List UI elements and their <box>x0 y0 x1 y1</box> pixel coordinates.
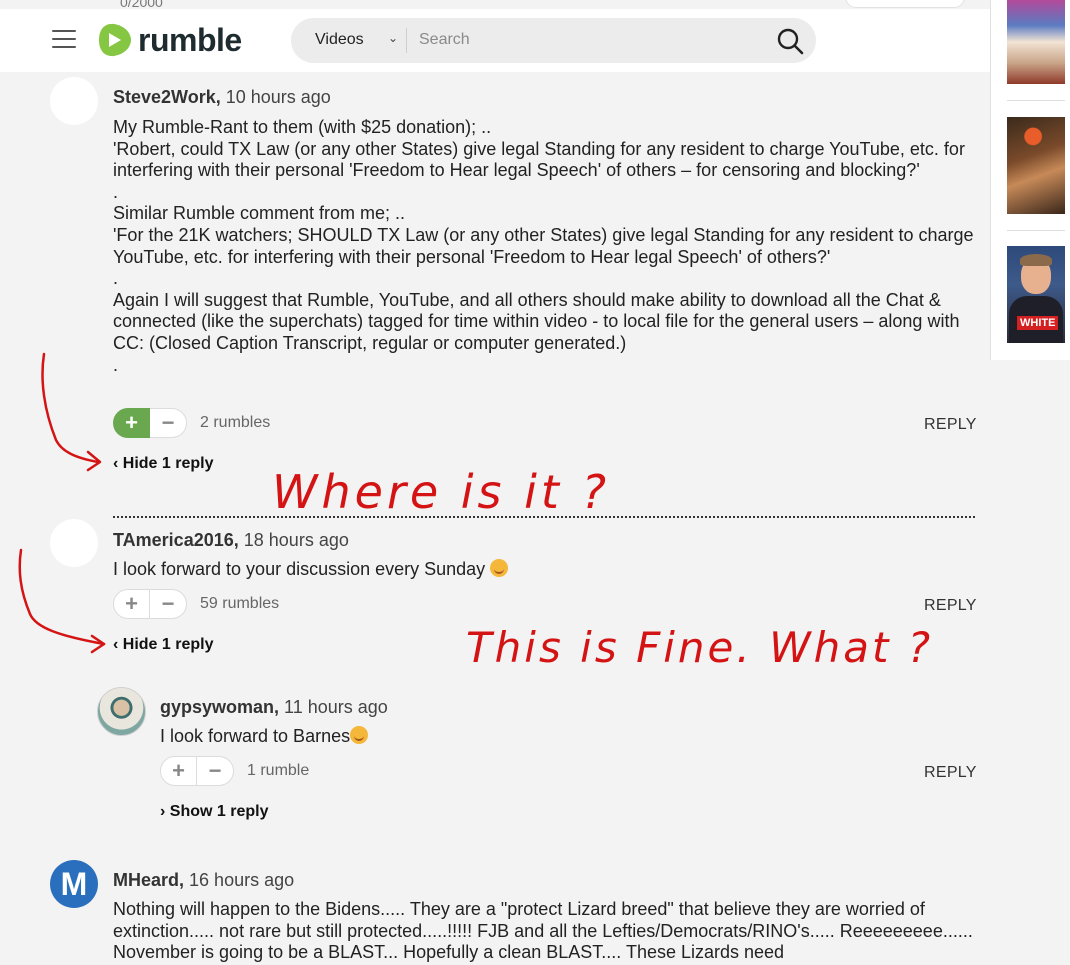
avatar-letter: M <box>60 865 88 902</box>
video-thumbnail[interactable]: WHITE <box>1007 246 1065 343</box>
toggle-replies-link[interactable]: ‹ Hide 1 reply <box>113 455 213 473</box>
comment-line: Similar Rumble comment from me; .. <box>113 203 406 224</box>
rumble-count: 2 rumbles <box>200 414 271 431</box>
char-counter: 0/2000 <box>120 0 163 9</box>
vote-controls: + − 1 rumble <box>160 756 309 786</box>
annotation-arrow-head <box>90 634 106 654</box>
comment-line: 'For the 21K watchers; SHOULD TX Law (or… <box>113 224 974 267</box>
rumble-count: 59 rumbles <box>200 595 280 612</box>
thumbnail-caption: WHITE <box>1017 316 1059 330</box>
comment-line: 'Robert, could TX Law (or any other Stat… <box>113 138 965 181</box>
downvote-button[interactable]: − <box>197 756 234 786</box>
author-name[interactable]: TAmerica2016, <box>113 530 239 550</box>
comment-text: I look forward to Barnes <box>160 726 351 746</box>
reply-separator <box>113 516 975 518</box>
rumble-count: 1 rumble <box>247 762 310 779</box>
vote-controls: + − 2 rumbles <box>113 408 270 438</box>
comment-body: My Rumble-Rant to them (with $25 donatio… <box>113 117 975 376</box>
video-thumbnail[interactable] <box>1007 0 1065 84</box>
author-name[interactable]: MHeard, <box>113 870 184 890</box>
author-name[interactable]: Steve2Work, <box>113 87 221 107</box>
comment-submit-button[interactable] <box>845 0 965 8</box>
logo-text: rumble <box>138 22 242 58</box>
search-bar: Videos ⌄ <box>291 18 816 63</box>
avatar[interactable] <box>97 687 146 736</box>
chevron-down-icon[interactable]: ⌄ <box>388 31 398 45</box>
comment-text: I look forward to your discussion every … <box>113 559 486 579</box>
site-header: rumble Videos ⌄ <box>0 9 1070 72</box>
rumble-logo-icon <box>99 23 131 57</box>
smiling-face-icon <box>490 559 509 577</box>
annotation-text: This is Fine. What ? <box>466 623 933 672</box>
sidebar-divider <box>1007 230 1065 231</box>
avatar[interactable] <box>50 519 98 567</box>
top-strip: 0/2000 <box>0 0 1070 9</box>
reply-button[interactable]: REPLY <box>924 416 977 434</box>
search-input[interactable] <box>417 25 757 55</box>
author-name[interactable]: gypsywoman, <box>160 697 279 717</box>
search-icon[interactable] <box>776 27 804 55</box>
comment-line: . <box>113 354 119 375</box>
comment-time: 16 hours ago <box>189 870 295 890</box>
downvote-button[interactable]: − <box>150 408 187 438</box>
avatar[interactable]: M <box>50 860 98 908</box>
upvote-button[interactable]: + <box>113 589 150 619</box>
upvote-button[interactable]: + <box>113 408 150 438</box>
vote-controls: + − 59 rumbles <box>113 589 279 619</box>
toggle-replies-link[interactable]: › Show 1 reply <box>160 803 268 821</box>
video-thumbnail[interactable] <box>1007 117 1065 214</box>
comment-line: . <box>113 181 119 202</box>
rumble-logo[interactable]: rumble <box>96 22 242 58</box>
comment-author: MHeard, 16 hours ago <box>113 870 294 891</box>
comment-line: . <box>113 268 119 289</box>
search-divider <box>406 28 407 53</box>
comment-body: I look forward to your discussion every … <box>113 559 975 581</box>
annotation-arrow-head <box>86 450 102 472</box>
search-type-select[interactable]: Videos <box>315 31 364 49</box>
annotation-text: Where is it ? <box>272 465 610 519</box>
reply-button[interactable]: REPLY <box>924 764 977 782</box>
comment-line: Again I will suggest that Rumble, YouTub… <box>113 289 960 353</box>
upvote-button[interactable]: + <box>160 756 197 786</box>
comment-time: 18 hours ago <box>243 530 349 550</box>
avatar[interactable] <box>50 77 98 125</box>
comment-body: Nothing will happen to the Bidens..... T… <box>113 899 975 965</box>
sidebar-divider <box>1007 100 1065 101</box>
comment-author: TAmerica2016, 18 hours ago <box>113 530 349 551</box>
toggle-replies-link[interactable]: ‹ Hide 1 reply <box>113 636 213 654</box>
comment-body: I look forward to Barnes <box>160 726 975 748</box>
comment-time: 10 hours ago <box>225 87 331 107</box>
comment-time: 11 hours ago <box>284 697 388 717</box>
smiling-face-icon <box>350 726 369 744</box>
comment-line: My Rumble-Rant to them (with $25 donatio… <box>113 117 492 137</box>
reply-button[interactable]: REPLY <box>924 597 977 615</box>
comment-author: Steve2Work, 10 hours ago <box>113 87 331 108</box>
comment-author: gypsywoman, 11 hours ago <box>160 697 388 718</box>
downvote-button[interactable]: − <box>150 589 187 619</box>
comment-text: Nothing will happen to the Bidens..... T… <box>113 899 973 963</box>
menu-icon[interactable] <box>52 30 76 50</box>
annotation-arrow <box>41 352 100 464</box>
